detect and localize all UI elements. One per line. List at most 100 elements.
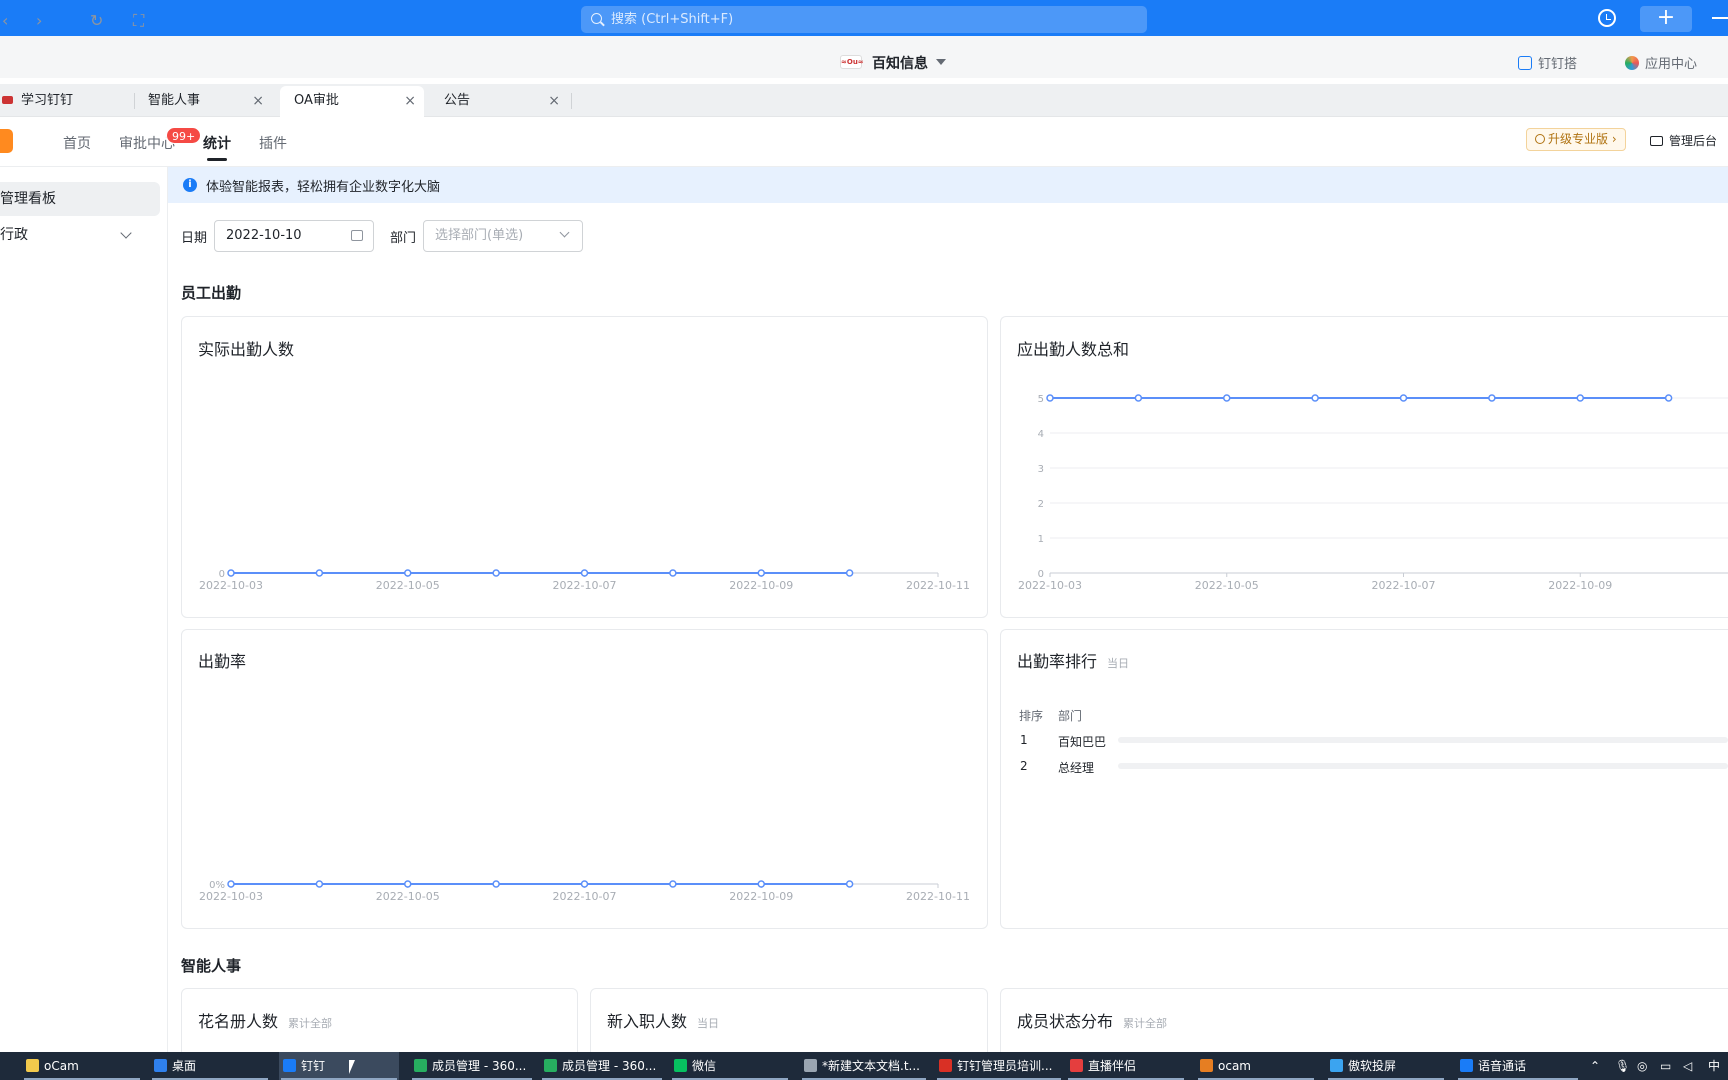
app-icon (1070, 1059, 1083, 1072)
app-icon (1330, 1059, 1343, 1072)
taskbar-item-label: 桌面 (172, 1059, 197, 1073)
calendar-icon (351, 230, 363, 241)
taskbar-item[interactable]: 成员管理 - 360... (410, 1052, 534, 1080)
data-point (1311, 394, 1319, 402)
taskbar-item[interactable]: 桌面 (150, 1052, 270, 1080)
close-icon[interactable]: × (548, 86, 560, 116)
refresh-icon[interactable]: ↻ (90, 13, 103, 29)
ranking-sub: 当日 (1107, 657, 1130, 670)
add-button[interactable]: + (1640, 6, 1692, 32)
app-center-link[interactable]: 应用中心 (1625, 53, 1697, 72)
app-icon (674, 1059, 687, 1072)
app-icon (26, 1059, 39, 1072)
unread-badge: 99+ (166, 127, 202, 144)
global-search-input[interactable]: 搜索 (Ctrl+Shift+F) (581, 6, 1147, 33)
volume-icon[interactable]: ◁ (1683, 1052, 1692, 1080)
x-tick-label: 2022-10-11 (906, 579, 970, 592)
upgrade-button[interactable]: 升级专业版 › (1526, 128, 1626, 151)
roster-title: 花名册人数 (198, 1012, 279, 1031)
globe-icon[interactable]: ◎ (1637, 1052, 1647, 1080)
data-point (757, 880, 765, 888)
taskbar-item[interactable]: 微信 (670, 1052, 790, 1080)
taskbar-item[interactable]: 语音通话 (1456, 1052, 1580, 1080)
app-tab-home[interactable]: 首页 (63, 133, 91, 153)
dept-label: 部门 (390, 231, 417, 246)
x-tick-label: 2022-10-09 (1548, 579, 1612, 592)
data-point (845, 569, 854, 577)
ranking-title: 出勤率排行 (1017, 652, 1098, 671)
tab-divider (571, 93, 572, 109)
app-icon (804, 1059, 817, 1072)
taskbar-item[interactable]: 成员管理 - 360... (540, 1052, 664, 1080)
app-center-icon (1625, 56, 1639, 70)
sidebar-item-admin[interactable]: 行政 (0, 218, 160, 252)
app-icon (544, 1059, 557, 1072)
app-tab-plugins[interactable]: 插件 (259, 133, 287, 153)
sidebar-item-dashboard[interactable]: 管理看板 (0, 182, 160, 216)
nav-row (0, 36, 1728, 78)
close-icon[interactable]: × (252, 86, 264, 116)
app-icon (939, 1059, 952, 1072)
sidebar-item-label: 行政 (0, 227, 28, 243)
taskbar-item-label: 微信 (692, 1059, 717, 1073)
admin-console-button[interactable]: 管理后台 (1650, 132, 1717, 149)
tab-learn-dingtalk[interactable]: 学习钉钉 (0, 86, 135, 117)
card-title: 花名册人数 累计全部 (198, 1008, 332, 1032)
chart-attendance-rate: 0%2022-10-03 2022-10-05 2022-10-07 2022-10-… (199, 880, 970, 903)
dept-placeholder: 选择部门(单选) (435, 228, 524, 243)
x-tick-label: 2022-10-03 (199, 579, 263, 592)
close-icon[interactable]: × (404, 86, 416, 116)
history-icon[interactable] (1598, 9, 1616, 27)
app-logo (0, 129, 13, 153)
app-center-label: 应用中心 (1645, 57, 1698, 72)
chevron-down-icon (559, 227, 570, 238)
x-tick-label: 2022-10-07 (1372, 579, 1436, 592)
ime-indicator[interactable]: 中 (1708, 1052, 1720, 1080)
status-title: 成员状态分布 (1017, 1012, 1114, 1031)
rank-bar (1118, 763, 1728, 769)
taskbar-item[interactable]: oCam (22, 1052, 142, 1080)
data-point (845, 880, 854, 888)
dept-select[interactable]: 选择部门(单选) (423, 220, 583, 252)
card-title: 成员状态分布 累计全部 (1017, 1008, 1167, 1032)
dingda-link[interactable]: 钉钉搭 (1518, 53, 1577, 72)
taskbar-item[interactable]: 钉钉 (279, 1052, 399, 1080)
card-attendance-ranking (1000, 629, 1728, 929)
minimize-button[interactable] (1712, 17, 1728, 19)
microphone-icon[interactable]: 🎙 (1615, 1052, 1630, 1080)
tray-chevron-icon[interactable]: ⌃ (1590, 1052, 1600, 1080)
x-tick-label: 2022-10-07 (553, 890, 617, 903)
taskbar-item[interactable]: 直播伴侣 (1066, 1052, 1186, 1080)
x-tick-label: 2022-10-05 (376, 890, 440, 903)
card-title: 新入职人数 当日 (607, 1008, 719, 1032)
date-picker[interactable]: 2022-10-10 (214, 220, 374, 252)
tab-oa-approval[interactable]: OA审批 × (280, 86, 424, 117)
y-tick-label: 1 (1038, 534, 1044, 545)
taskbar-item[interactable]: ocam (1196, 1052, 1316, 1080)
active-tab-indicator (207, 158, 227, 161)
app-icon (1200, 1059, 1213, 1072)
data-point (669, 880, 677, 888)
roster-sub: 累计全部 (288, 1017, 333, 1030)
app-tab-statistics[interactable]: 统计 (203, 133, 231, 153)
taskbar-item[interactable]: 傲软投屏 (1326, 1052, 1446, 1080)
search-icon (591, 13, 602, 24)
network-icon[interactable]: ▭ (1660, 1052, 1671, 1080)
tab-smart-hr[interactable]: 智能人事 × (134, 86, 272, 117)
taskbar-item-label: 钉钉 (301, 1059, 326, 1073)
chevron-down-icon (120, 227, 132, 239)
section-title-hr: 智能人事 (181, 957, 242, 975)
fullscreen-icon[interactable]: ⛶ (133, 13, 144, 29)
tab-announcement[interactable]: 公告 × (430, 86, 568, 117)
data-point (404, 569, 412, 577)
taskbar-item[interactable]: 钉钉管理员培训... (935, 1052, 1063, 1080)
data-point (669, 569, 677, 577)
taskbar-item-label: 钉钉管理员培训... (957, 1059, 1053, 1073)
forward-icon[interactable]: › (36, 13, 42, 29)
date-value: 2022-10-10 (226, 228, 302, 243)
rank-dept: 总经理 (1058, 761, 1095, 775)
chart-expected-attendance: 0123452022-10-03 2022-10-05 2022-10-07 2022… (1018, 394, 1728, 592)
taskbar-item[interactable]: *新建文本文档.t... (800, 1052, 928, 1080)
back-icon[interactable]: ‹ (2, 13, 8, 29)
data-point (227, 880, 235, 888)
